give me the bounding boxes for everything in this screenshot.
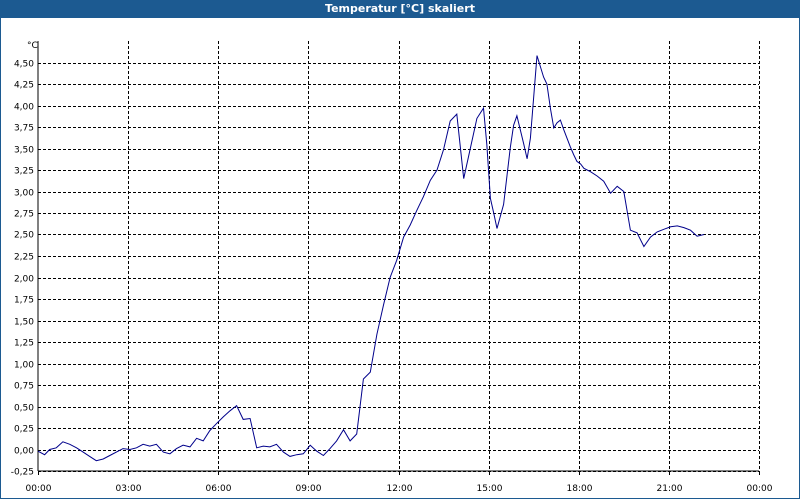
- y-tick-label: 3,50: [14, 146, 34, 156]
- x-tick-time: 03:00: [116, 484, 142, 494]
- x-tick-time: 09:00: [296, 484, 322, 494]
- y-tick-label: 3,75: [14, 124, 34, 134]
- y-tick-label: -0,25: [11, 468, 34, 478]
- y-ticks: -0,25 0,00 0,25 0,50 0,75 1,00 1,25 1,50 1,75 2,0…: [11, 60, 35, 478]
- y-tick-label: 0,25: [14, 425, 34, 435]
- y-tick-label: 1,50: [14, 318, 34, 328]
- x-tick-time: 00:00: [747, 484, 773, 494]
- y-tick-label: 3,25: [14, 167, 34, 177]
- x-tick-time: 06:00: [206, 484, 232, 494]
- window-title: Temperatur [°C] skaliert: [0, 0, 800, 18]
- y-tick-label: 4,50: [14, 60, 34, 70]
- y-tick-label: 0,00: [14, 447, 34, 457]
- x-ticks: 00:0007.04.2103:0007.04.2106:0007.04.210…: [26, 471, 773, 494]
- y-tick-label: 1,75: [14, 296, 34, 306]
- y-tick-label: 3,00: [14, 189, 34, 199]
- y-axis-unit: °C: [27, 41, 38, 51]
- x-tick-time: 21:00: [657, 484, 683, 494]
- y-tick-label: 2,50: [14, 231, 34, 241]
- y-tick-label: 0,50: [14, 404, 34, 414]
- y-tick-label: 0,75: [14, 382, 34, 392]
- x-tick-time: 00:00: [26, 484, 52, 494]
- x-tick-time: 15:00: [477, 484, 503, 494]
- y-tick-label: 4,00: [14, 103, 34, 113]
- x-tick-time: 18:00: [567, 484, 593, 494]
- temperature-chart: °C -0,25 0,00 0,25 0,50 0,75 1,00 1,25 1,50 1,75…: [11, 41, 773, 494]
- x-tick-time: 12:00: [387, 484, 413, 494]
- y-tick-label: 2,75: [14, 210, 34, 220]
- y-tick-label: 4,25: [14, 81, 34, 91]
- y-tick-label: 2,25: [14, 253, 34, 263]
- y-tick-label: 1,00: [14, 361, 34, 371]
- y-tick-label: 2,00: [14, 275, 34, 285]
- y-tick-label: 1,25: [14, 339, 34, 349]
